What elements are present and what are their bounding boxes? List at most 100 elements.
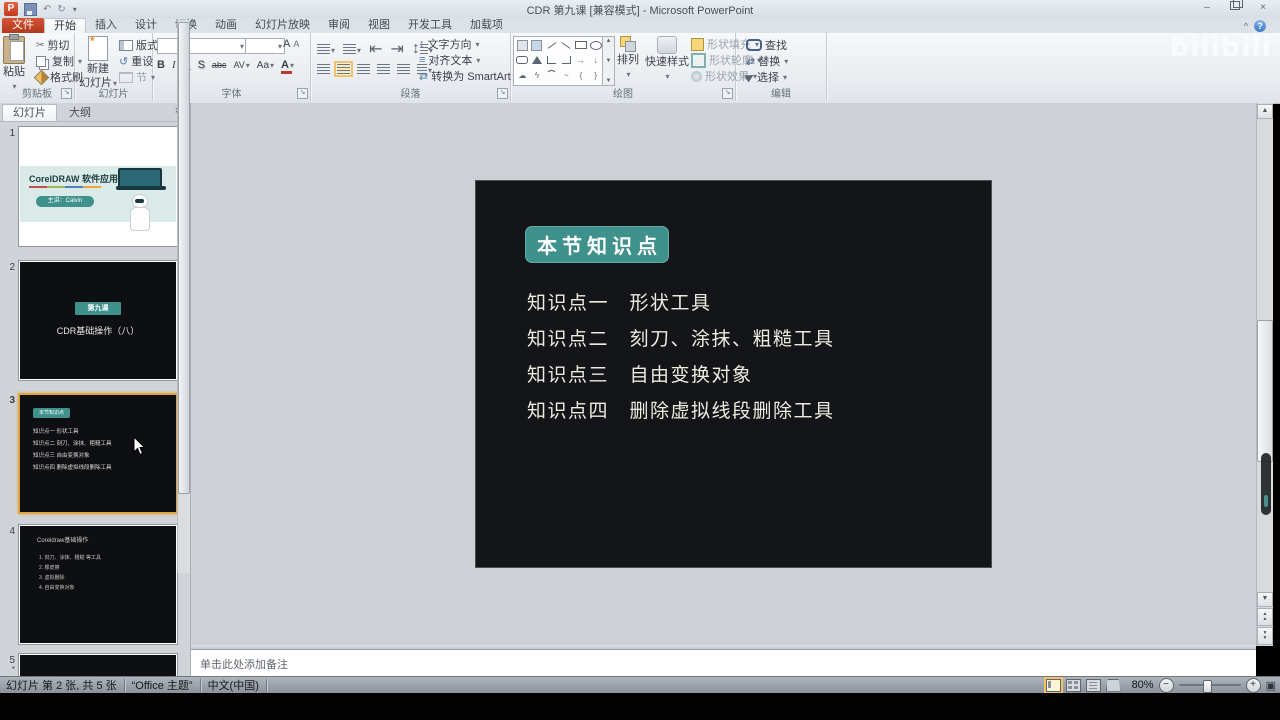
zoom-in-button[interactable]: + xyxy=(1245,677,1261,693)
zoom-out-button[interactable]: − xyxy=(1158,677,1174,693)
shape-cell[interactable]: ϟ xyxy=(530,69,545,83)
align-right-button[interactable] xyxy=(357,64,370,74)
grow-font-icon[interactable]: A xyxy=(283,38,290,50)
panel-scrollbar-thumb[interactable] xyxy=(178,22,190,494)
next-slide-button[interactable]: ▼ ▼ xyxy=(1257,627,1273,645)
shape-cell[interactable] xyxy=(544,53,559,67)
shape-cell[interactable] xyxy=(530,38,545,52)
shape-cell[interactable] xyxy=(559,53,574,67)
align-left-button[interactable] xyxy=(317,64,330,74)
help-icon[interactable]: ? xyxy=(1254,20,1266,32)
normal-view-button[interactable] xyxy=(1043,676,1063,694)
tab-review[interactable]: 审阅 xyxy=(319,18,359,33)
shape-cell[interactable] xyxy=(530,53,545,67)
drawing-dialog-launcher[interactable] xyxy=(722,88,733,99)
previous-slide-button[interactable]: ▲ ▲ xyxy=(1257,608,1273,626)
shapes-gallery-scroll[interactable]: ▲ ▼ ▼ xyxy=(602,36,615,86)
shapes-gallery[interactable]: → ↓ ☁ ϟ ~ { } xyxy=(513,36,605,86)
bullets-button[interactable] xyxy=(317,40,335,58)
shape-cell[interactable] xyxy=(515,38,530,52)
shape-cell[interactable]: ~ xyxy=(559,69,574,83)
find-button[interactable]: 查找 xyxy=(746,37,788,53)
slide-sorter-view-button[interactable] xyxy=(1065,678,1081,692)
replace-button[interactable]: 替换 xyxy=(746,53,788,69)
current-slide[interactable]: 本节知识点 知识点一 形状工具 知识点二 刻刀、涂抹、粗糙工具 知识点三 自由变… xyxy=(475,180,992,568)
reading-view-button[interactable] xyxy=(1085,678,1101,692)
tab-file[interactable]: 文件 xyxy=(2,18,44,33)
slide-thumbnail-2[interactable]: 第九课 CDR基础操作（八） xyxy=(18,260,178,381)
shrink-font-icon[interactable]: A xyxy=(293,39,299,49)
arrange-button[interactable]: 排列 xyxy=(617,36,639,81)
tab-addins[interactable]: 加载项 xyxy=(461,18,512,33)
slide-thumbnail-4[interactable]: Coreldraw基础操作 1. 刻刀、涂抹、粗糙 等工具 2. 橡皮擦 3. … xyxy=(18,524,178,645)
convert-smartart-button[interactable]: 转换为 SmartArt xyxy=(419,68,519,84)
theme-name[interactable]: “Office 主题” xyxy=(132,677,193,693)
zoom-slider-thumb[interactable] xyxy=(1202,680,1212,693)
decrease-indent-icon[interactable] xyxy=(369,39,382,59)
shape-cell[interactable]: ☁ xyxy=(515,69,530,83)
slide-thumbnail-3-selected[interactable]: 本节知识点 知识点一 形状工具 知识点二 刻刀、涂抹、粗糙工具 知识点三 自由变… xyxy=(18,393,178,514)
scroll-down-icon[interactable]: ▼ xyxy=(1257,592,1273,607)
font-dialog-launcher[interactable] xyxy=(297,88,308,99)
slide-title-badge[interactable]: 本节知识点 xyxy=(525,226,669,263)
tab-outline[interactable]: 大纲 xyxy=(59,105,101,122)
restore-button[interactable] xyxy=(1222,0,1248,16)
align-center-button[interactable] xyxy=(334,61,353,77)
paragraph-dialog-launcher[interactable] xyxy=(497,88,508,99)
italic-button[interactable]: I xyxy=(172,59,176,71)
align-text-button[interactable]: 对齐文本 xyxy=(419,52,519,68)
slideshow-view-button[interactable] xyxy=(1105,678,1121,692)
quick-styles-button[interactable]: 快速样式 xyxy=(645,36,689,83)
slide-bullet-line[interactable]: 知识点二 刻刀、涂抹、粗糙工具 xyxy=(527,321,835,357)
reset-icon xyxy=(119,55,128,68)
scrollbar-thumb[interactable] xyxy=(1257,320,1273,462)
shape-cell[interactable]: { xyxy=(574,69,589,83)
shape-cell[interactable]: → xyxy=(574,53,589,67)
scroll-up-icon[interactable]: ▲ xyxy=(1257,104,1273,119)
shape-cell[interactable] xyxy=(544,69,559,83)
minimize-button[interactable]: – xyxy=(1194,1,1220,16)
shape-cell[interactable]: ↓ xyxy=(588,53,603,67)
language-indicator[interactable]: 中文(中国) xyxy=(208,677,259,693)
justify-button[interactable] xyxy=(377,64,390,74)
select-button[interactable]: 选择 xyxy=(744,69,788,85)
tab-animations[interactable]: 动画 xyxy=(206,18,246,33)
bold-button[interactable]: B xyxy=(157,59,165,71)
tab-design[interactable]: 设计 xyxy=(126,18,166,33)
new-slide-button[interactable]: 新建 幻灯片 xyxy=(79,35,117,90)
slide-thumbnail-1[interactable]: CorelDRAW 软件应用 主讲：Calvin xyxy=(18,126,178,247)
text-direction-button[interactable]: 文字方向 xyxy=(419,36,519,52)
slide-bullet-line[interactable]: 知识点一 形状工具 xyxy=(527,285,712,321)
shape-cell[interactable] xyxy=(574,38,589,52)
slide-bullet-line[interactable]: 知识点三 自由变换对象 xyxy=(527,357,753,393)
notes-pane[interactable]: 单击此处添加备注 xyxy=(191,649,1256,677)
tab-slideshow[interactable]: 幻灯片放映 xyxy=(246,18,319,33)
font-color-button[interactable]: A xyxy=(281,59,294,74)
strikethrough-button[interactable]: abc xyxy=(212,60,227,70)
increase-indent-icon[interactable] xyxy=(390,39,403,59)
close-button[interactable]: × xyxy=(1250,1,1276,16)
fit-to-window-button[interactable]: ▣ xyxy=(1266,679,1276,692)
tab-home[interactable]: 开始 xyxy=(44,17,86,34)
collapse-ribbon-icon[interactable]: ^ xyxy=(1244,21,1248,31)
tab-slides-thumbnails[interactable]: 幻灯片 xyxy=(2,104,57,122)
clipboard-dialog-launcher[interactable] xyxy=(61,88,72,99)
slide-bullet-line[interactable]: 知识点四 删除虚拟线段删除工具 xyxy=(527,393,835,429)
change-case-button[interactable]: Aa xyxy=(257,60,274,71)
shape-cell[interactable] xyxy=(544,38,559,52)
tab-developer[interactable]: 开发工具 xyxy=(399,18,461,33)
shape-cell[interactable] xyxy=(515,53,530,67)
shape-cell[interactable] xyxy=(588,38,603,52)
distribute-button[interactable] xyxy=(397,64,410,74)
shape-cell[interactable] xyxy=(559,38,574,52)
shape-cell[interactable]: } xyxy=(588,69,603,83)
font-size-combo[interactable] xyxy=(245,38,285,54)
character-spacing-button[interactable]: AV xyxy=(233,60,249,70)
tab-insert[interactable]: 插入 xyxy=(86,18,126,33)
zoom-level[interactable]: 80% xyxy=(1132,679,1154,691)
text-shadow-button[interactable]: S xyxy=(198,59,205,71)
numbering-button[interactable] xyxy=(343,40,361,58)
font-name-combo[interactable] xyxy=(157,38,247,54)
zoom-slider[interactable] xyxy=(1178,680,1241,693)
tab-view[interactable]: 视图 xyxy=(359,18,399,33)
